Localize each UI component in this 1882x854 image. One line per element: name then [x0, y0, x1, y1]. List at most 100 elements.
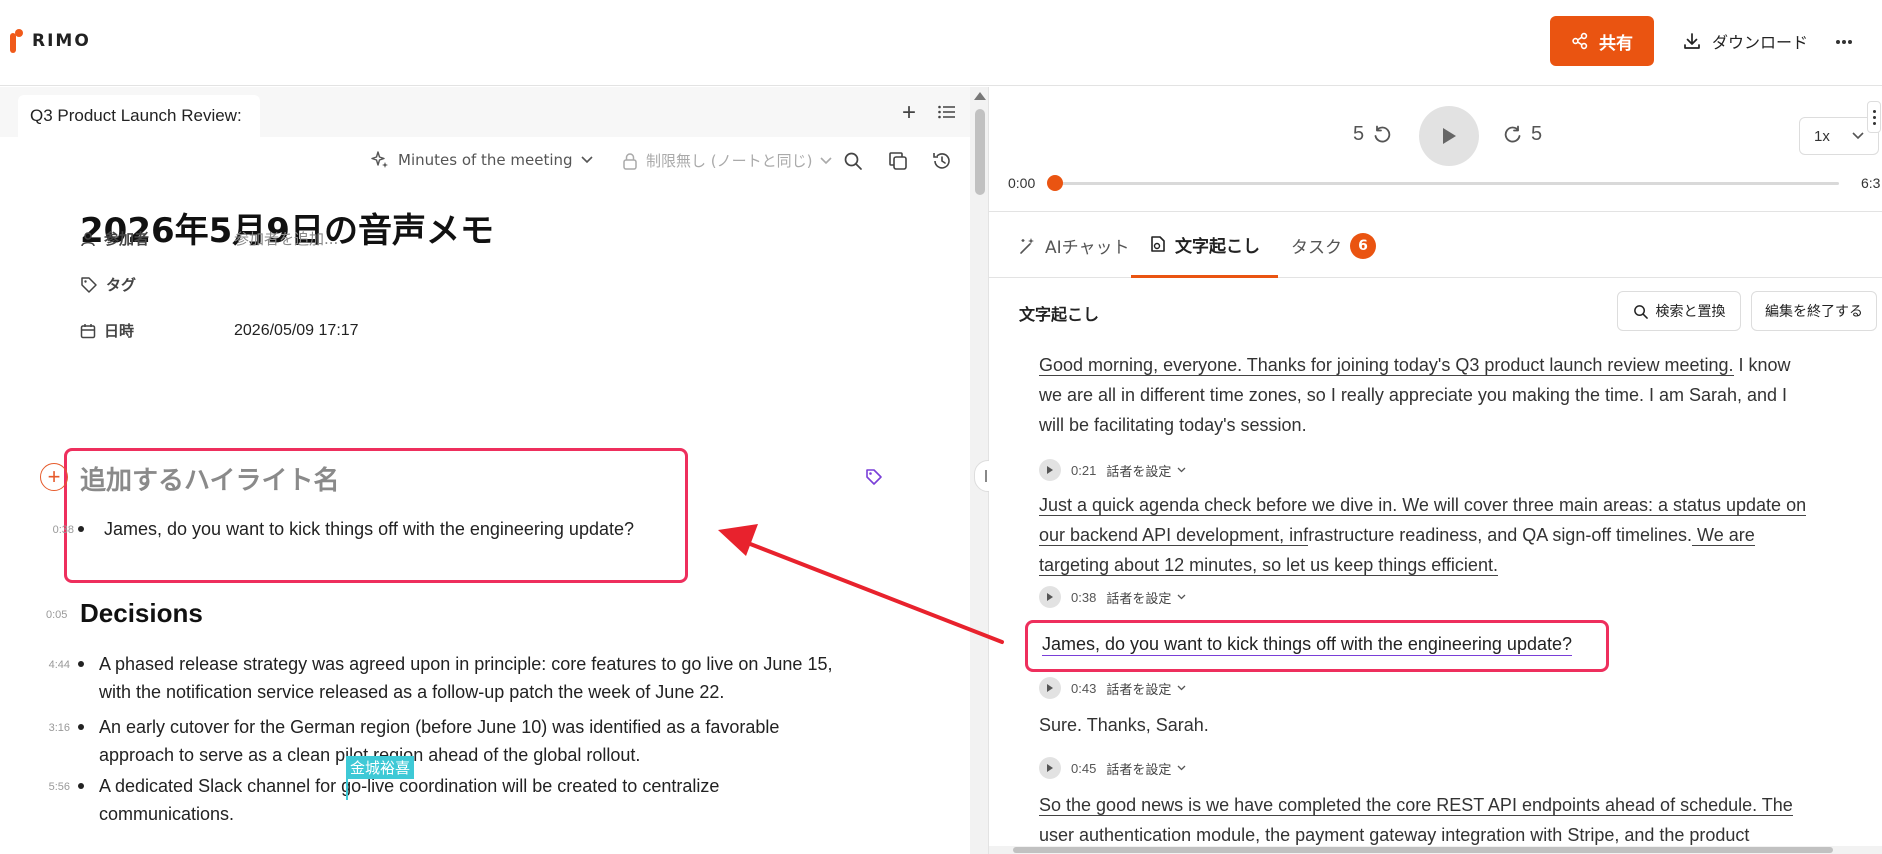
transcript-horizontal-scrollbar[interactable]: [989, 846, 1882, 854]
tab-transcript[interactable]: 文字起こし: [1131, 213, 1278, 278]
search-replace-button[interactable]: 検索と置換: [1617, 291, 1741, 331]
date-value[interactable]: 2026/05/09 17:17: [234, 322, 359, 340]
segment-timestamp[interactable]: 0:21: [1071, 463, 1096, 478]
annotation-arrow-icon: [718, 524, 1004, 644]
segment-timestamp[interactable]: 0:38: [1071, 590, 1096, 605]
segment-timestamp[interactable]: 0:43: [1071, 681, 1096, 696]
bullet-icon: [78, 526, 84, 532]
panel-menu-icon[interactable]: [1867, 101, 1881, 133]
segment-play-icon[interactable]: [1039, 586, 1061, 608]
date-label: 日時: [80, 320, 234, 341]
note-tab-title: Q3 Product Launch Review:: [30, 106, 242, 125]
permission-label: 制限無し (ノートと同じ): [646, 152, 813, 170]
sparkle-icon: [370, 150, 390, 170]
bullet-icon: [78, 783, 84, 789]
permission-selector[interactable]: 制限無し (ノートと同じ): [622, 150, 833, 171]
highlight-item-text: James, do you want to kick things off wi…: [104, 519, 634, 539]
bullet-icon: [78, 661, 84, 667]
speaker-select[interactable]: 話者を設定: [1106, 588, 1186, 607]
highlight-title[interactable]: 追加するハイライト名: [80, 460, 339, 497]
lock-icon: [622, 152, 638, 170]
chevron-down-icon: [1177, 467, 1186, 473]
chevron-down-icon: [820, 156, 833, 165]
speaker-select[interactable]: 話者を設定: [1106, 461, 1186, 480]
logo-text: RIMO: [32, 31, 91, 51]
transcript-segment[interactable]: So the good news is we have completed th…: [1039, 790, 1829, 850]
magic-wand-icon: [1019, 237, 1037, 255]
collaborator-cursor-tag: 金城裕喜: [346, 756, 415, 779]
add-tab-icon[interactable]: +: [902, 101, 916, 125]
progress-track[interactable]: [1055, 182, 1839, 185]
transcript-segment[interactable]: Good morning, everyone. Thanks for joini…: [1039, 350, 1829, 440]
note-tab-strip: Q3 Product Launch Review: +: [0, 87, 970, 137]
participants-input[interactable]: 参加者を追加...: [234, 228, 338, 249]
transcript-segment[interactable]: Sure. Thanks, Sarah.: [1039, 710, 1829, 740]
participants-row: 参加者 参加者を追加...: [80, 228, 338, 249]
search-icon[interactable]: [843, 151, 863, 171]
finish-editing-button[interactable]: 編集を終了する: [1751, 291, 1877, 331]
progress-knob[interactable]: [1047, 175, 1063, 191]
tab-tasks[interactable]: タスク 6: [1291, 213, 1376, 278]
note-tab[interactable]: Q3 Product Launch Review:: [18, 95, 260, 137]
chevron-down-icon: [1852, 132, 1864, 140]
date-row: 日時 2026/05/09 17:17: [80, 320, 359, 341]
timestamp[interactable]: 4:44: [40, 651, 70, 679]
bullet-icon: [78, 724, 84, 730]
more-options-button[interactable]: [1826, 27, 1862, 57]
highlight-item[interactable]: 0:38 James, do you want to kick things o…: [44, 515, 634, 543]
share-button[interactable]: 共有: [1550, 16, 1654, 66]
decisions-heading[interactable]: Decisions: [80, 598, 203, 629]
skip-forward-button[interactable]: 5: [1503, 123, 1542, 146]
play-button[interactable]: [1419, 106, 1479, 166]
add-highlight-icon[interactable]: +: [40, 463, 68, 491]
section-timestamp[interactable]: 0:05: [46, 609, 67, 621]
segment-meta: 0:45 話者を設定: [1039, 757, 1186, 779]
app-logo[interactable]: RIMO: [10, 29, 91, 53]
scroll-up-arrow-icon[interactable]: [974, 92, 986, 100]
speaker-select[interactable]: 話者を設定: [1106, 759, 1186, 778]
transcript-segment[interactable]: Just a quick agenda check before we dive…: [1039, 490, 1829, 580]
tasks-count-badge: 6: [1350, 232, 1376, 259]
decision-text-line: An early cutover for the German region (…: [99, 717, 780, 737]
template-selector[interactable]: Minutes of the meeting: [370, 150, 593, 170]
outline-list-icon[interactable]: [938, 105, 956, 119]
segment-play-icon[interactable]: [1039, 757, 1061, 779]
share-icon: [1571, 32, 1589, 50]
transcript-text: we are all in different time zones, so I…: [1039, 385, 1788, 405]
participants-label: 参加者: [80, 228, 234, 249]
chevron-down-icon: [581, 156, 593, 164]
transcript-text: Sure. Thanks, Sarah.: [1039, 715, 1209, 735]
segment-play-icon[interactable]: [1039, 459, 1061, 481]
speaker-select[interactable]: 話者を設定: [1106, 679, 1186, 698]
timestamp[interactable]: 5:56: [40, 773, 70, 801]
decision-item[interactable]: 5:56 A dedicated Slack channel for go-li…: [40, 772, 720, 828]
highlighted-transcript-text[interactable]: James, do you want to kick things off wi…: [1042, 633, 1572, 656]
tag-icon: [80, 276, 98, 294]
chevron-down-icon: [1177, 685, 1186, 691]
timestamp[interactable]: 0:38: [44, 516, 74, 544]
history-icon[interactable]: [932, 151, 952, 171]
panel-tabs: AIチャット 文字起こし タスク 6: [989, 213, 1882, 278]
download-label: ダウンロード: [1712, 33, 1809, 52]
calendar-icon: [80, 323, 96, 339]
download-button[interactable]: ダウンロード: [1682, 24, 1808, 58]
horizontal-scrollbar-thumb[interactable]: [1013, 847, 1833, 853]
segment-timestamp[interactable]: 0:45: [1071, 761, 1096, 776]
play-icon: [1443, 128, 1456, 144]
transcript-panel: 5 5 1x 0:00 6:3 AIチャット 文字起こし タスク 6 文字起こし…: [989, 87, 1882, 854]
timestamp[interactable]: 3:16: [40, 714, 70, 742]
segment-meta: 0:21 話者を設定: [1039, 459, 1186, 481]
total-time: 6:3: [1861, 175, 1881, 191]
tags-row: タグ: [80, 274, 234, 295]
segment-play-icon[interactable]: [1039, 677, 1061, 699]
decision-text-line: communications.: [99, 804, 235, 824]
skip-back-button[interactable]: 5: [1353, 123, 1392, 146]
decision-text-line: with the notification service released a…: [99, 682, 725, 702]
transcript-text: will be facilitating today's session.: [1039, 415, 1307, 435]
collaborator-cursor: [346, 776, 348, 800]
skip-back-seconds: 5: [1353, 123, 1365, 145]
tab-ai-chat[interactable]: AIチャット: [1019, 213, 1129, 278]
note-scrollbar-thumb[interactable]: [975, 109, 985, 195]
purple-tag-icon[interactable]: [864, 467, 884, 487]
copy-icon[interactable]: [888, 151, 908, 171]
